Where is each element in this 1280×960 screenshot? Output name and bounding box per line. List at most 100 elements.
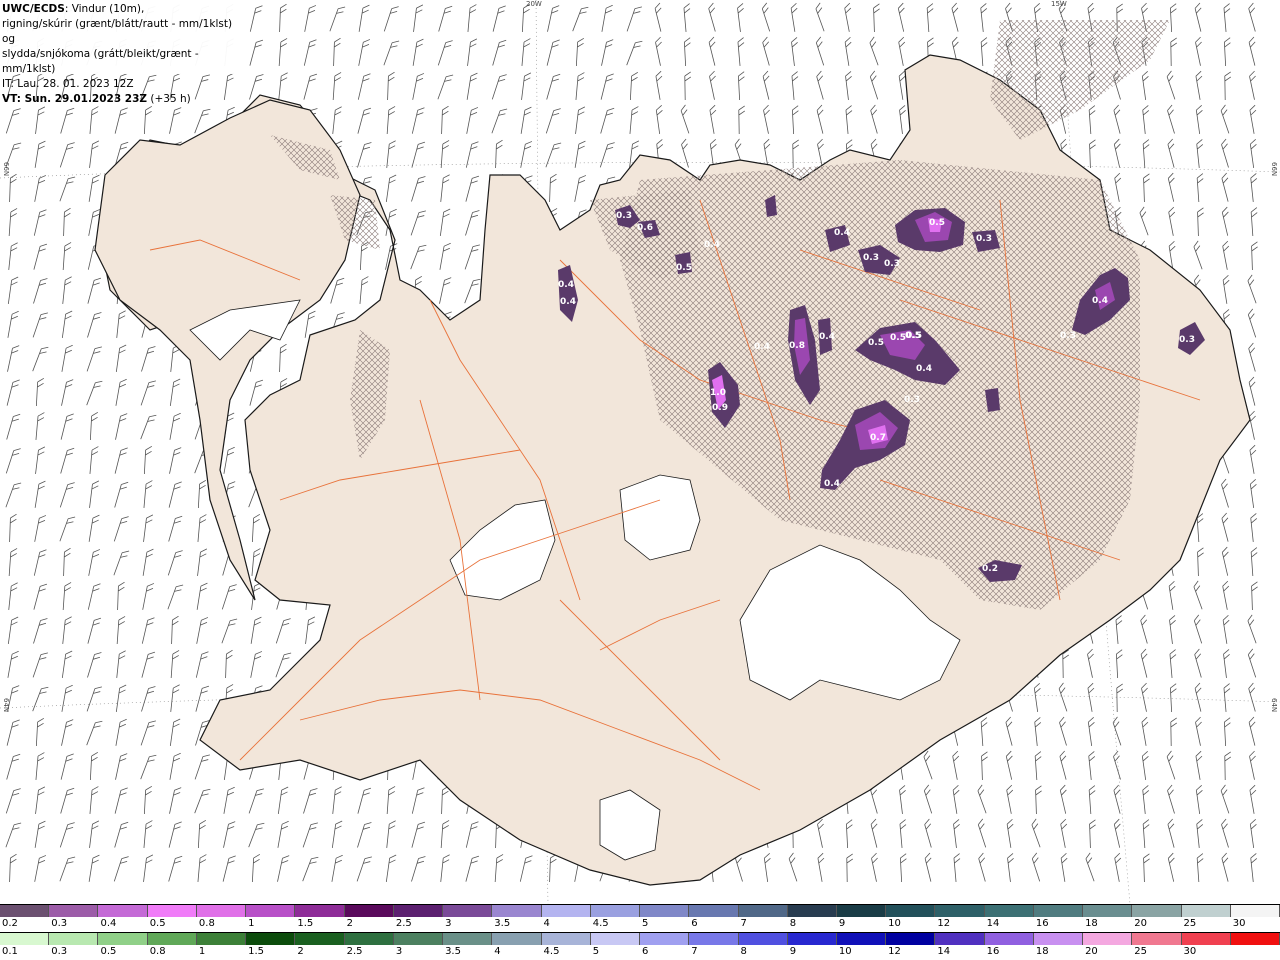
legend-tick-label: 0.5 bbox=[149, 918, 166, 929]
legend-tick-label: 16 bbox=[986, 946, 1000, 957]
legend-swatch bbox=[640, 933, 690, 945]
legend-tick-label: 14 bbox=[986, 918, 1000, 929]
legend-swatch bbox=[49, 933, 99, 945]
precip-value-label: 0.7 bbox=[870, 433, 886, 443]
legend-swatch bbox=[984, 933, 1034, 945]
lat-label-64n-left: 64N bbox=[2, 698, 10, 713]
legend-swatch bbox=[541, 933, 591, 945]
forecast-offset: (+35 h) bbox=[147, 93, 191, 105]
legend-swatch bbox=[1033, 905, 1084, 917]
precip-value-label: 0.3 bbox=[904, 395, 920, 405]
lat-label-66n-right: 66N bbox=[1270, 162, 1278, 177]
legend-snow-colorbar bbox=[0, 904, 1280, 917]
legend-tick-label: 4.5 bbox=[592, 918, 609, 929]
precip-value-label: 0.4 bbox=[560, 297, 576, 307]
lon-label-15w: 15W bbox=[1051, 0, 1067, 8]
legend-swatch bbox=[147, 905, 197, 917]
lat-label-66n-left: 66N bbox=[2, 162, 10, 177]
legend-tick-label: 3.5 bbox=[445, 946, 461, 957]
legend-swatch bbox=[0, 905, 50, 917]
legend-tick-label: 10 bbox=[838, 946, 852, 957]
legend-swatch bbox=[836, 905, 887, 917]
legend-swatch bbox=[443, 933, 493, 945]
legend-swatch bbox=[393, 933, 444, 945]
legend-tick-label: 20 bbox=[1085, 946, 1098, 957]
legend-tick-label: 6 bbox=[642, 946, 649, 957]
legend-rain-colorbar bbox=[0, 932, 1280, 945]
legend-tick-label: 8 bbox=[789, 918, 797, 929]
legend-swatch bbox=[196, 933, 247, 945]
legend-tick-label: 0.4 bbox=[100, 918, 117, 929]
precip-value-label: 0.8 bbox=[789, 341, 805, 351]
legend-swatch bbox=[1083, 933, 1133, 945]
precip-value-label: 1.0 bbox=[710, 388, 726, 398]
precip-value-label: 0.5 bbox=[929, 218, 945, 228]
legend-swatch bbox=[49, 905, 99, 917]
legend-swatch bbox=[935, 933, 985, 945]
legend-tick-label: 0.8 bbox=[198, 918, 215, 929]
legend-swatch bbox=[98, 905, 148, 917]
title-line2: rigning/skúrir (grænt/blátt/rautt - mm/1… bbox=[2, 18, 233, 45]
valid-time: VT: Sun. 29.01.2023 23Z bbox=[2, 93, 148, 105]
legend-tick-label: 0.1 bbox=[2, 946, 18, 957]
precip-value-label: 0.4 bbox=[834, 228, 850, 238]
legend-swatch bbox=[246, 905, 296, 917]
legend-swatch bbox=[836, 933, 887, 945]
legend-tick-label: 9 bbox=[838, 918, 846, 929]
legend-tick-label: 5 bbox=[592, 946, 600, 957]
legend-swatch bbox=[344, 933, 394, 945]
title-line3: slydda/snjókoma (grátt/bleikt/grænt - mm… bbox=[2, 48, 199, 75]
legend-swatch bbox=[295, 933, 345, 945]
legend-swatch bbox=[393, 905, 444, 917]
legend-tick-label: 25 bbox=[1134, 946, 1148, 957]
initial-time: IT: Lau. 28. 01. 2023 12Z bbox=[2, 78, 134, 90]
legend-tick-label: 12 bbox=[888, 946, 901, 957]
precip-value-label: 0.4 bbox=[754, 342, 770, 352]
legend-swatch bbox=[935, 905, 985, 917]
precip-value-label: 0.4 bbox=[824, 479, 840, 489]
legend-swatch bbox=[738, 905, 788, 917]
precip-value-label: 0.4 bbox=[819, 332, 835, 342]
legend-tick-label: 1 bbox=[198, 946, 206, 957]
precip-value-label: 0.3 bbox=[863, 253, 879, 263]
precip-value-label: 0.4 bbox=[1092, 296, 1108, 306]
legend-swatch bbox=[492, 933, 542, 945]
legend-tick-label: 18 bbox=[1035, 946, 1049, 957]
precip-value-label: 0.4 bbox=[704, 240, 720, 250]
legend-swatch bbox=[590, 905, 641, 917]
legend-tick-label: 0.2 bbox=[2, 918, 18, 929]
precip-value-label: 0.2 bbox=[982, 564, 998, 574]
legend-swatch bbox=[1033, 933, 1084, 945]
legend-swatch bbox=[196, 905, 247, 917]
legend-tick-label: 2.5 bbox=[395, 918, 412, 929]
legend-swatch bbox=[246, 933, 296, 945]
lat-label-64n-right: 64N bbox=[1270, 698, 1278, 713]
precip-value-label: 0.5 bbox=[890, 333, 906, 343]
precip-value-label: 0.3 bbox=[884, 259, 900, 269]
legend-tick-label: 7 bbox=[691, 946, 698, 957]
legend-swatch bbox=[344, 905, 394, 917]
legend-tick-label: 7 bbox=[740, 918, 747, 929]
precip-value-label: 0.3 bbox=[976, 234, 992, 244]
legend-tick-label: 3.5 bbox=[494, 918, 511, 929]
legend-tick-label: 0.3 bbox=[51, 946, 68, 957]
legend-swatch bbox=[1230, 933, 1280, 945]
legend-swatch bbox=[295, 905, 345, 917]
legend-swatch bbox=[787, 905, 837, 917]
precip-value-label: 0.3 bbox=[1060, 331, 1076, 341]
legend-snow-labels: 0.2 0.3 0.4 0.5 0.8 1 1.5 2 2.5 3 3.5 4 4.5 5 6 7 8 9 10 12… bbox=[0, 918, 1280, 930]
legend-swatch bbox=[689, 933, 739, 945]
legend-tick-label: 1.5 bbox=[248, 946, 265, 957]
legend-tick-label: 6 bbox=[691, 918, 698, 929]
legend-swatch bbox=[1181, 933, 1231, 945]
legend-swatch bbox=[147, 933, 197, 945]
legend-swatch bbox=[541, 905, 591, 917]
legend-swatch bbox=[1230, 905, 1280, 917]
legend-tick-label: 2.5 bbox=[346, 946, 363, 957]
legend-tick-label: 2 bbox=[297, 946, 304, 957]
legend-tick-label: 9 bbox=[789, 946, 797, 957]
precip-value-label: 0.5 bbox=[868, 338, 884, 348]
legend-tick-label: 3 bbox=[445, 918, 452, 929]
legend-tick-label: 0.5 bbox=[100, 946, 117, 957]
map-title-box: UWC/ECDS: Vindur (10m), rigning/skúrir (… bbox=[0, 0, 240, 105]
